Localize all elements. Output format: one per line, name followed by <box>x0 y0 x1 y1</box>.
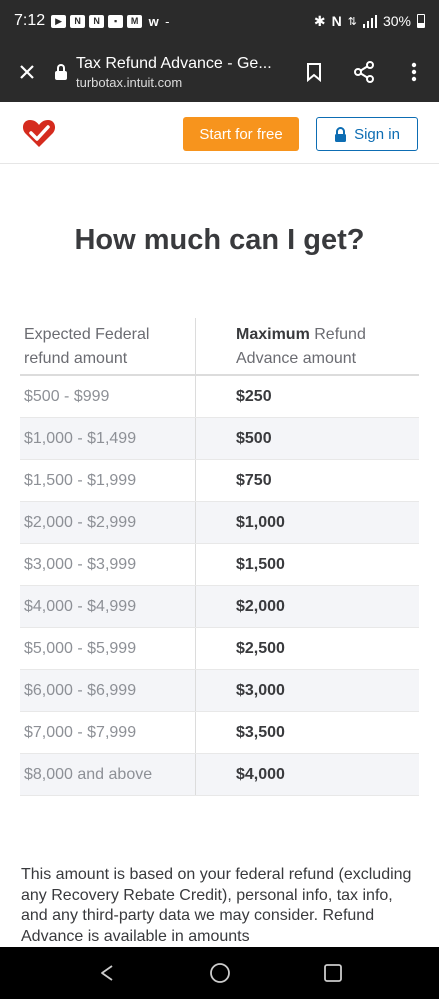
status-time: 7:12 <box>14 12 46 29</box>
max-bold-text: Maximum <box>236 326 310 343</box>
table-row: $6,000 - $6,999 $3,000 <box>20 670 419 712</box>
table-body: $500 - $999 $250 $1,000 - $1,499 $500 $1,500… <box>20 376 419 796</box>
data-icon: ⇅ <box>347 15 357 28</box>
table-row: $4,000 - $4,999 $2,000 <box>20 586 419 628</box>
back-icon <box>100 965 113 981</box>
status-bar: 7:12 ▶ N N ▪ M w - ✱ N ⇅ 30% <box>0 0 439 42</box>
nfc-icon: N <box>331 13 342 29</box>
bookmark-button[interactable] <box>289 42 339 102</box>
system-icons: ✱ N ⇅ 30% <box>314 13 425 30</box>
more-options-button[interactable] <box>389 42 439 102</box>
lock-icon <box>54 64 68 80</box>
share-icon <box>354 61 374 83</box>
signal-icon <box>362 14 377 28</box>
close-tab-button[interactable] <box>0 42 54 102</box>
system-nav-bar <box>0 947 439 999</box>
bluetooth-icon: ✱ <box>313 12 326 29</box>
bag-icon: ▪ <box>108 14 124 28</box>
refund-range-cell: $500 - $999 <box>20 376 196 417</box>
table-row: $500 - $999 $250 <box>20 376 419 418</box>
bookmark-icon <box>307 63 321 82</box>
max-advance-cell: $750 <box>236 471 272 489</box>
lock-icon <box>335 126 347 142</box>
news-icon-2: N <box>89 14 105 28</box>
refund-range-cell: $7,000 - $7,999 <box>20 712 196 753</box>
youtube-icon: ▶ <box>51 14 67 28</box>
gmail-icon: M <box>127 14 143 28</box>
table-row: $1,500 - $1,999 $750 <box>20 460 419 502</box>
disclaimer-paragraph: This amount is based on your federal ref… <box>21 866 412 945</box>
table-row: $8,000 and above $4,000 <box>20 754 419 796</box>
column-header-expected-refund: Expected Federal refund amount <box>20 318 196 374</box>
refund-range-cell: $5,000 - $5,999 <box>20 628 196 669</box>
table-row: $2,000 - $2,999 $1,000 <box>20 502 419 544</box>
site-header: Start for free Sign in <box>0 102 439 164</box>
sign-in-label: Sign in <box>354 125 400 143</box>
table-row: $3,000 - $3,999 $1,500 <box>20 544 419 586</box>
refund-range-cell: $3,000 - $3,999 <box>20 544 196 585</box>
table-row: $1,000 - $1,499 $500 <box>20 418 419 460</box>
back-button[interactable] <box>87 953 127 993</box>
address-bar[interactable]: Tax Refund Advance - Ge... turbotax.intu… <box>76 55 289 90</box>
notification-icons: ▶ N N ▪ M w - <box>51 14 169 29</box>
refund-range-cell: $2,000 - $2,999 <box>20 502 196 543</box>
page-heading: How much can I get? <box>74 224 365 256</box>
news-icon: N <box>70 14 86 28</box>
column-header-max-advance: Maximum Refund Advance amount <box>196 318 419 374</box>
max-advance-cell: $500 <box>236 429 272 447</box>
more-notifications-icon: - <box>165 13 170 29</box>
refund-range-cell: $1,500 - $1,999 <box>20 460 196 501</box>
battery-icon <box>417 14 425 28</box>
max-advance-cell: $1,000 <box>236 513 285 531</box>
max-advance-cell: $3,500 <box>236 723 285 741</box>
max-advance-cell: $2,000 <box>236 597 285 615</box>
recents-icon <box>323 964 342 982</box>
table-row: $7,000 - $7,999 $3,500 <box>20 712 419 754</box>
start-for-free-button[interactable]: Start for free <box>183 117 299 151</box>
refund-range-cell: $6,000 - $6,999 <box>20 670 196 711</box>
max-advance-cell: $3,000 <box>236 681 285 699</box>
close-icon <box>20 65 34 79</box>
page-url: turbotax.intuit.com <box>76 74 183 90</box>
refund-advance-table: Expected Federal refund amount Maximum R… <box>20 318 419 796</box>
battery-percent: 30% <box>382 13 411 29</box>
table-header: Expected Federal refund amount Maximum R… <box>20 318 419 376</box>
refund-range-cell: $1,000 - $1,499 <box>20 418 196 459</box>
max-advance-cell: $250 <box>236 387 272 405</box>
refund-range-cell: $4,000 - $4,999 <box>20 586 196 627</box>
turbotax-logo-icon[interactable] <box>22 117 56 149</box>
sign-in-button[interactable]: Sign in <box>316 117 418 151</box>
max-advance-cell: $1,500 <box>236 555 285 573</box>
more-vert-icon <box>411 62 417 82</box>
home-icon <box>209 963 230 983</box>
max-advance-cell: $2,500 <box>236 639 285 657</box>
refund-range-cell: $8,000 and above <box>20 754 196 795</box>
page-title: Tax Refund Advance - Ge... <box>76 54 272 72</box>
home-button[interactable] <box>200 953 240 993</box>
table-row: $5,000 - $5,999 $2,500 <box>20 628 419 670</box>
browser-toolbar: Tax Refund Advance - Ge... turbotax.intu… <box>0 42 439 102</box>
recents-button[interactable] <box>313 953 353 993</box>
share-button[interactable] <box>339 42 389 102</box>
walmart-icon: w <box>148 13 159 29</box>
max-advance-cell: $4,000 <box>236 765 285 783</box>
